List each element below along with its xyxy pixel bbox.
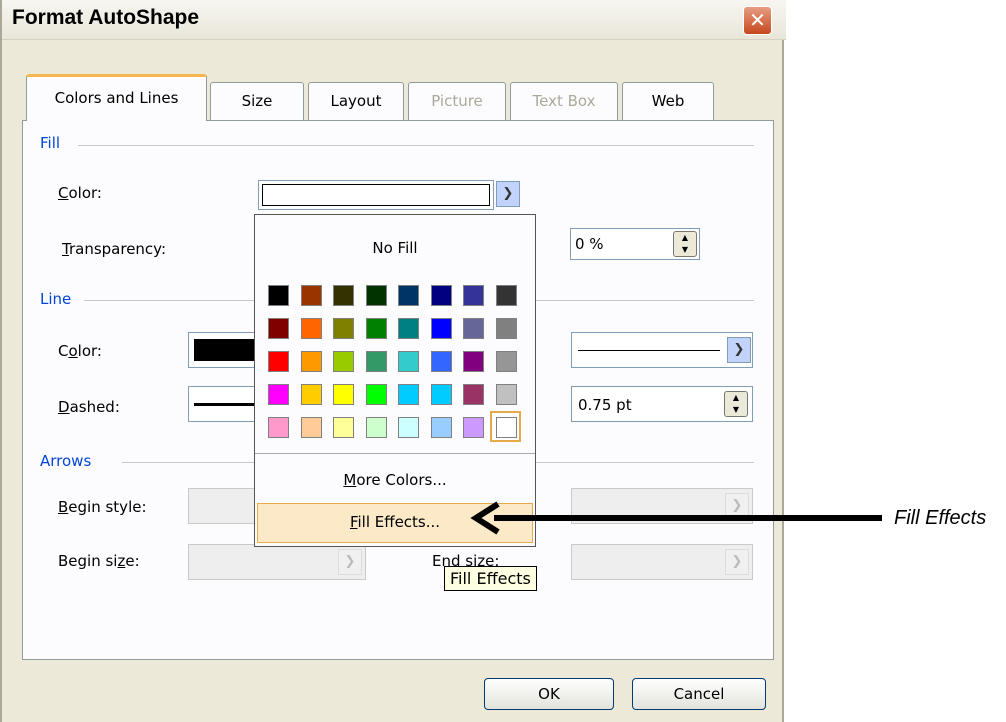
dashed-dropdown[interactable] xyxy=(188,386,258,422)
fill-color-dropdown-arrow[interactable]: ❯ xyxy=(496,181,520,207)
color-swatch[interactable] xyxy=(430,351,452,372)
fill-color-dropdown[interactable] xyxy=(258,180,494,210)
no-fill-option[interactable]: No Fill xyxy=(255,239,535,257)
begin-style-dropdown[interactable] xyxy=(188,488,258,524)
fill-color-preview xyxy=(262,184,490,206)
color-swatch[interactable] xyxy=(333,384,354,405)
color-swatch[interactable] xyxy=(430,417,452,438)
color-swatch[interactable] xyxy=(300,351,322,372)
more-colors-option[interactable]: More Colors... xyxy=(255,471,535,489)
color-swatch[interactable] xyxy=(333,285,354,306)
annotation-label: Fill Effects xyxy=(894,507,987,529)
color-swatch[interactable] xyxy=(268,384,289,405)
color-swatch[interactable] xyxy=(300,384,322,405)
weight-spinner[interactable]: ▲ ▼ xyxy=(724,391,748,417)
line-style-dropdown-arrow[interactable]: ❯ xyxy=(727,337,751,363)
tab-picture[interactable]: Picture xyxy=(408,82,506,120)
ok-button[interactable]: OK xyxy=(484,678,614,710)
color-swatch[interactable] xyxy=(365,285,387,306)
color-swatch[interactable] xyxy=(430,384,452,405)
transparency-label: Transparency: xyxy=(62,240,167,258)
arrows-group-label: Arrows xyxy=(40,452,92,470)
color-swatch[interactable] xyxy=(463,351,484,372)
fill-group-label: Fill xyxy=(40,134,61,152)
color-swatch[interactable] xyxy=(463,417,484,438)
color-swatch[interactable] xyxy=(300,285,322,306)
color-swatch[interactable] xyxy=(398,285,419,306)
tab-web[interactable]: Web xyxy=(622,82,714,120)
dashed-label: Dashed: xyxy=(58,398,120,416)
line-color-dropdown[interactable] xyxy=(188,332,258,368)
dashed-preview xyxy=(194,403,254,406)
close-button[interactable]: ✕ xyxy=(743,6,772,35)
color-swatch[interactable] xyxy=(463,285,484,306)
transparency-value: 0 % xyxy=(575,235,604,253)
begin-style-label: Begin style: xyxy=(58,498,147,516)
fill-color-palette: No Fill More Colors... Fill Effects... xyxy=(254,214,536,547)
color-swatch[interactable] xyxy=(333,351,354,372)
tab-text-box[interactable]: Text Box xyxy=(510,82,618,120)
color-swatch[interactable] xyxy=(495,285,517,306)
color-swatch[interactable] xyxy=(398,351,419,372)
color-swatch[interactable] xyxy=(463,384,484,405)
color-swatch[interactable] xyxy=(268,318,289,339)
spin-down-icon[interactable]: ▼ xyxy=(674,244,696,256)
tab-size[interactable]: Size xyxy=(210,82,304,120)
chevron-down-icon: ❯ xyxy=(344,554,356,569)
fill-color-label: Color: xyxy=(58,184,102,202)
color-swatch[interactable] xyxy=(300,318,322,339)
annotation-arrow-icon xyxy=(470,501,882,535)
color-swatch[interactable] xyxy=(398,318,419,339)
line-group-label: Line xyxy=(40,290,72,308)
title-bar[interactable]: Format AutoShape ✕ xyxy=(2,0,786,40)
color-swatch[interactable] xyxy=(463,318,484,339)
chevron-down-icon: ❯ xyxy=(733,342,745,357)
color-swatch[interactable] xyxy=(365,351,387,372)
spin-up-icon[interactable]: ▲ xyxy=(725,392,747,404)
chevron-down-icon: ❯ xyxy=(731,554,743,569)
fill-effects-tooltip: Fill Effects xyxy=(444,566,537,591)
color-swatch[interactable] xyxy=(495,318,517,339)
color-swatch[interactable] xyxy=(398,384,419,405)
color-swatch[interactable] xyxy=(268,285,289,306)
color-swatch[interactable] xyxy=(365,384,387,405)
line-color-label: Color: xyxy=(58,342,102,360)
color-swatch[interactable] xyxy=(430,285,452,306)
tab-colors-and-lines[interactable]: Colors and Lines xyxy=(26,74,207,121)
end-size-dropdown-arrow[interactable]: ❯ xyxy=(725,549,749,575)
color-swatch[interactable] xyxy=(495,351,517,372)
spin-up-icon[interactable]: ▲ xyxy=(674,232,696,244)
line-style-preview xyxy=(578,350,720,351)
color-swatch[interactable] xyxy=(495,384,517,405)
dialog-title: Format AutoShape xyxy=(12,6,200,29)
fill-divider xyxy=(78,145,754,146)
tab-layout[interactable]: Layout xyxy=(308,82,404,120)
close-icon: ✕ xyxy=(749,8,766,32)
begin-size-dropdown-arrow[interactable]: ❯ xyxy=(338,549,362,575)
line-style-dropdown[interactable] xyxy=(571,332,753,368)
palette-divider xyxy=(255,453,535,454)
weight-value: 0.75 pt xyxy=(578,396,632,414)
color-swatch[interactable] xyxy=(333,417,354,438)
spin-down-icon[interactable]: ▼ xyxy=(725,404,747,416)
color-swatch[interactable] xyxy=(268,417,289,438)
transparency-spinner[interactable]: ▲ ▼ xyxy=(673,231,697,257)
line-color-preview xyxy=(194,339,254,361)
color-swatch[interactable] xyxy=(430,318,452,339)
color-swatch[interactable] xyxy=(333,318,354,339)
color-swatch[interactable] xyxy=(495,417,517,438)
chevron-down-icon: ❯ xyxy=(502,186,514,201)
color-swatch[interactable] xyxy=(300,417,322,438)
begin-size-label: Begin size: xyxy=(58,552,140,570)
color-swatch[interactable] xyxy=(365,318,387,339)
color-swatch[interactable] xyxy=(268,351,289,372)
cancel-button[interactable]: Cancel xyxy=(632,678,766,710)
color-swatch[interactable] xyxy=(398,417,419,438)
color-swatch[interactable] xyxy=(365,417,387,438)
